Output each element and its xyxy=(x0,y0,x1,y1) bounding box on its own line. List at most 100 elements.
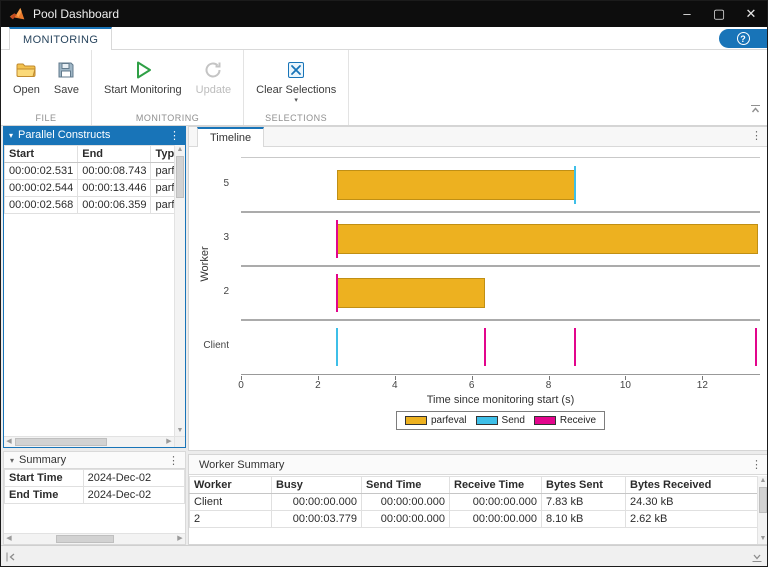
chart-legend: parfeval Send Receive xyxy=(241,411,760,430)
start-monitoring-button[interactable]: Start Monitoring xyxy=(100,55,186,110)
timeline-bar-parfeval[interactable] xyxy=(337,278,486,308)
pool-dashboard-window: Pool Dashboard – ▢ ✕ MONITORING ? Open S… xyxy=(0,0,768,567)
summary-header[interactable]: ▾ Summary ⋮ xyxy=(3,451,186,469)
maximize-button[interactable]: ▢ xyxy=(703,1,735,27)
close-button[interactable]: ✕ xyxy=(735,1,767,27)
construct-row[interactable]: 00:00:02.531 00:00:08.743 parfev xyxy=(4,162,185,180)
scrollbar-thumb[interactable] xyxy=(759,487,767,513)
timeline-bar-parfeval[interactable] xyxy=(337,224,759,254)
timeline-event-send[interactable] xyxy=(574,166,577,204)
help-icon[interactable]: ? xyxy=(736,32,750,45)
toolbar-group-monitoring: Start Monitoring Update MONITORING xyxy=(92,50,245,125)
timeline-event-receive[interactable] xyxy=(755,328,758,366)
table-cell: 2.62 kB xyxy=(625,510,760,528)
x-axis-label: Time since monitoring start (s) xyxy=(426,394,575,406)
legend-item: Receive xyxy=(533,415,597,426)
timeline-event-receive[interactable] xyxy=(336,274,339,312)
scroll-down-icon[interactable]: ▼ xyxy=(758,534,767,544)
constructs-table[interactable]: Start End Type 00:00:02.531 00:00:08.743 parf… xyxy=(4,145,185,214)
kebab-menu-icon[interactable]: ⋮ xyxy=(169,129,180,142)
scrollbar-thumb[interactable] xyxy=(15,438,107,446)
timeline-panel: Timeline ⋮ Worker 5 3 2 Client 0 2 4 6 8 10 12 Ti… xyxy=(188,126,767,451)
plot-area[interactable] xyxy=(241,157,760,375)
update-button[interactable]: Update xyxy=(192,55,235,110)
scrollbar-corner xyxy=(174,436,185,447)
worker-row[interactable]: 2 00:00:03.779 00:00:00.000 00:00:00.000 8.1… xyxy=(189,510,760,528)
table-cell: 2024-Dec-02 xyxy=(82,469,185,487)
column-header[interactable]: Start xyxy=(4,145,79,163)
summary-row[interactable]: End Time 2024-Dec-02 xyxy=(4,486,185,504)
collapse-panel-icon[interactable]: ▾ xyxy=(10,456,14,465)
summary-table[interactable]: Start Time 2024-Dec-02 End Time 2024-Dec-02 xyxy=(4,469,185,504)
summary-title: Summary xyxy=(19,454,67,466)
construct-row[interactable]: 00:00:02.544 00:00:13.446 parfev xyxy=(4,179,185,197)
table-cell: 24.30 kB xyxy=(625,493,760,511)
tab-timeline[interactable]: Timeline xyxy=(197,127,265,147)
open-button[interactable]: Open xyxy=(9,55,44,110)
group-label-file: FILE xyxy=(35,113,57,123)
start-monitoring-label: Start Monitoring xyxy=(104,84,182,96)
summary-row[interactable]: Start Time 2024-Dec-02 xyxy=(4,469,185,487)
dropdown-arrow-icon[interactable]: ▾ xyxy=(294,97,298,104)
worker-row[interactable]: Client 00:00:00.000 00:00:00.000 00:00:00.0… xyxy=(189,493,760,511)
worker-summary-header[interactable]: Worker Summary ⋮ xyxy=(189,455,767,475)
horizontal-scrollbar[interactable]: ◀ ▶ xyxy=(4,533,185,544)
table-cell: 7.83 kB xyxy=(541,493,626,511)
column-header[interactable]: Worker xyxy=(189,476,272,494)
tab-monitoring[interactable]: MONITORING xyxy=(9,27,113,50)
update-button-label: Update xyxy=(195,84,232,96)
table-cell: 00:00:02.544 xyxy=(4,179,79,197)
scroll-left-icon[interactable]: ◀ xyxy=(4,437,14,447)
legend-item: Send xyxy=(475,415,525,426)
worker-summary-table[interactable]: Worker Busy Send Time Receive Time Bytes Sen… xyxy=(189,476,760,528)
x-tick-label: 12 xyxy=(696,380,708,391)
scrollbar-thumb[interactable] xyxy=(56,535,114,543)
table-cell: 00:00:00.000 xyxy=(361,510,450,528)
save-button-label: Save xyxy=(53,84,79,96)
timeline-event-receive[interactable] xyxy=(336,220,339,258)
toolbar-group-selections: Clear Selections ▾ SELECTIONS xyxy=(244,50,350,125)
matlab-logo-icon xyxy=(9,7,25,21)
collapse-panel-icon[interactable]: ▾ xyxy=(9,131,13,140)
scroll-right-icon[interactable]: ▶ xyxy=(164,437,174,447)
table-cell: 00:00:00.000 xyxy=(449,493,542,511)
column-header[interactable]: Bytes Sent xyxy=(541,476,626,494)
scroll-up-icon[interactable]: ▲ xyxy=(175,145,185,155)
collapse-ribbon-icon[interactable] xyxy=(750,101,761,119)
column-header[interactable]: Busy xyxy=(271,476,362,494)
save-button[interactable]: Save xyxy=(50,55,83,110)
collapse-bottom-panel-icon[interactable] xyxy=(751,550,763,566)
scrollbar-thumb[interactable] xyxy=(176,156,184,198)
column-header[interactable]: Send Time xyxy=(361,476,450,494)
scroll-up-icon[interactable]: ▲ xyxy=(758,476,767,486)
scroll-left-icon[interactable]: ◀ xyxy=(4,534,14,544)
kebab-menu-icon[interactable]: ⋮ xyxy=(168,454,179,467)
column-header[interactable]: Bytes Received xyxy=(625,476,760,494)
scroll-right-icon[interactable]: ▶ xyxy=(175,534,185,544)
kebab-menu-icon[interactable]: ⋮ xyxy=(751,129,762,142)
toolbar-group-file: Open Save FILE xyxy=(1,50,92,125)
timeline-event-receive[interactable] xyxy=(484,328,487,366)
y-tick-labels: 5 3 2 Client xyxy=(189,157,235,375)
parallel-constructs-header[interactable]: ▾ Parallel Constructs ⋮ xyxy=(3,126,186,144)
x-tick-labels: 0 2 4 6 8 10 12 xyxy=(238,376,760,394)
timeline-event-send[interactable] xyxy=(336,328,339,366)
column-header[interactable]: End xyxy=(77,145,152,163)
minimize-button[interactable]: – xyxy=(671,1,703,27)
column-header[interactable]: Receive Time xyxy=(449,476,542,494)
legend-item: parfeval xyxy=(404,415,467,426)
vertical-scrollbar[interactable]: ▲ ▼ xyxy=(757,476,767,544)
kebab-menu-icon[interactable]: ⋮ xyxy=(751,458,762,471)
horizontal-scrollbar[interactable]: ◀ ▶ xyxy=(4,436,174,447)
timeline-bar-parfeval[interactable] xyxy=(337,170,576,200)
parallel-constructs-body: Start End Type 00:00:02.531 00:00:08.743 parf… xyxy=(3,144,186,448)
vertical-scrollbar[interactable]: ▲ ▼ xyxy=(174,145,185,436)
scroll-down-icon[interactable]: ▼ xyxy=(175,426,185,436)
worker-summary-body: Worker Busy Send Time Receive Time Bytes Sen… xyxy=(189,476,767,544)
clear-selections-button[interactable]: Clear Selections ▾ xyxy=(252,55,340,110)
timeline-event-receive[interactable] xyxy=(574,328,577,366)
legend-label: Receive xyxy=(559,415,597,426)
table-cell: 2024-Dec-02 xyxy=(82,486,185,504)
collapse-left-panel-icon[interactable] xyxy=(5,550,17,566)
construct-row[interactable]: 00:00:02.568 00:00:06.359 parfev xyxy=(4,196,185,214)
